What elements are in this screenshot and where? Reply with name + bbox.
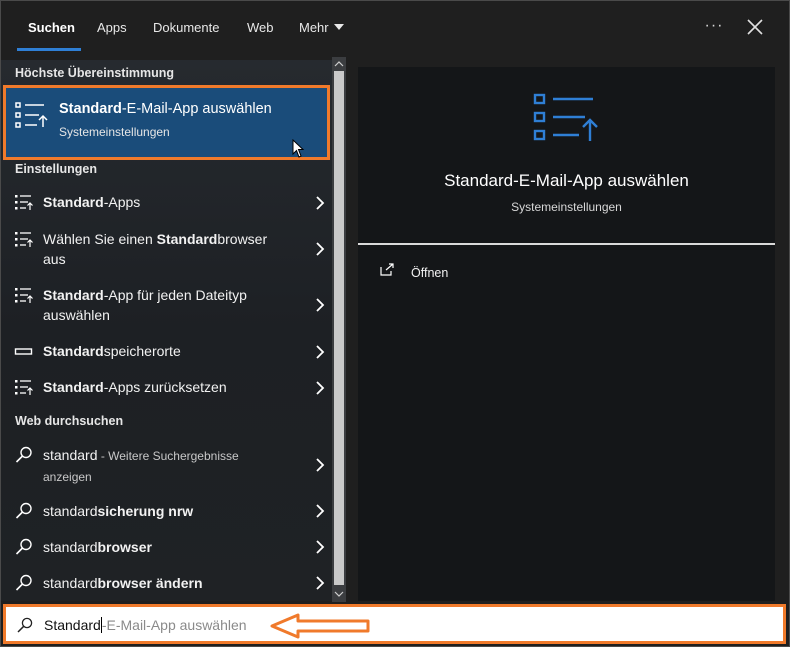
mouse-pointer-icon bbox=[292, 139, 305, 158]
chevron-right-icon bbox=[316, 196, 325, 210]
web-search-header: Web durchsuchen bbox=[15, 414, 124, 428]
search-typed-text: Standard bbox=[44, 617, 101, 633]
settings-item-label: Wählen Sie einen Standardbrowser aus bbox=[43, 231, 268, 267]
best-match-title: Standard-E-Mail-App auswählen bbox=[59, 101, 272, 117]
tab-dokumente[interactable]: Dokumente bbox=[153, 20, 219, 35]
default-apps-icon bbox=[15, 288, 33, 303]
chevron-right-icon bbox=[316, 576, 325, 590]
chevron-right-icon bbox=[316, 345, 325, 359]
search-autocomplete: -E-Mail-App auswählen bbox=[101, 617, 247, 633]
scroll-down-icon[interactable] bbox=[332, 588, 346, 600]
preview-title: Standard-E-Mail-App auswählen bbox=[444, 171, 689, 190]
web-item-standard[interactable]: standard - Weitere Suchergebnisse anzeige… bbox=[0, 443, 332, 487]
more-options-icon[interactable]: ··· bbox=[702, 14, 726, 38]
settings-item-default-browser[interactable]: Wählen Sie einen Standardbrowser aus bbox=[0, 227, 332, 271]
settings-item-standard-apps[interactable]: Standard-Apps bbox=[0, 190, 332, 216]
tab-mehr[interactable]: Mehr bbox=[299, 20, 344, 35]
chevron-right-icon bbox=[316, 458, 325, 472]
chevron-right-icon bbox=[316, 298, 325, 312]
scroll-up-icon[interactable] bbox=[332, 58, 346, 70]
search-icon bbox=[15, 446, 32, 463]
preview-pane: Standard-E-Mail-App auswählen Systemeins… bbox=[358, 67, 775, 601]
search-icon bbox=[15, 538, 32, 555]
tab-apps[interactable]: Apps bbox=[97, 20, 127, 35]
tab-web[interactable]: Web bbox=[247, 20, 274, 35]
storage-icon bbox=[14, 348, 33, 355]
open-label: Öffnen bbox=[411, 266, 449, 280]
results-scrollbar[interactable] bbox=[332, 57, 346, 602]
chevron-down-icon bbox=[333, 24, 344, 30]
settings-item-storage-locations[interactable]: Standardspeicherorte bbox=[0, 339, 332, 365]
tab-mehr-label: Mehr bbox=[299, 20, 329, 35]
chevron-right-icon bbox=[316, 504, 325, 518]
results-list: Höchste Übereinstimmung Standard-E-Mail-… bbox=[0, 60, 332, 601]
chevron-right-icon bbox=[316, 242, 325, 256]
web-item-standardsicherung[interactable]: standardsicherung nrw bbox=[0, 499, 332, 525]
open-external-icon bbox=[380, 263, 394, 276]
web-item-label: standardsicherung nrw bbox=[43, 503, 194, 519]
search-tab-bar: Suchen Apps Dokumente Web Mehr ··· bbox=[0, 0, 790, 60]
chevron-right-icon bbox=[316, 381, 325, 395]
preview-subtitle: Systemeinstellungen bbox=[511, 200, 622, 214]
search-query: Standard-E-Mail-App auswählen bbox=[44, 617, 247, 633]
divider bbox=[358, 243, 775, 245]
close-icon[interactable] bbox=[744, 16, 766, 38]
settings-item-label: Standard-Apps bbox=[43, 194, 141, 210]
search-input[interactable]: Standard-E-Mail-App auswählen bbox=[3, 604, 786, 644]
default-apps-icon bbox=[15, 195, 33, 210]
web-item-label: standardbrowser bbox=[43, 539, 152, 555]
settings-item-label: Standard-Apps zurücksetzen bbox=[43, 379, 227, 395]
scrollbar-thumb[interactable] bbox=[334, 71, 344, 585]
settings-item-label: Standard-App für jeden Dateityp auswählen bbox=[43, 287, 247, 323]
web-item-label: standard - Weitere Suchergebnisse anzeige… bbox=[43, 447, 239, 484]
default-apps-icon bbox=[15, 380, 33, 395]
web-item-standardbrowser[interactable]: standardbrowser bbox=[0, 535, 332, 561]
best-match-item[interactable]: Standard-E-Mail-App auswählen Systemeins… bbox=[5, 87, 327, 157]
search-icon bbox=[15, 502, 32, 519]
search-icon bbox=[15, 574, 32, 591]
default-apps-icon bbox=[15, 102, 48, 128]
settings-header: Einstellungen bbox=[15, 162, 97, 176]
best-match-subtitle: Systemeinstellungen bbox=[59, 125, 170, 139]
search-icon bbox=[17, 617, 33, 633]
default-apps-icon bbox=[533, 93, 598, 141]
tab-suchen[interactable]: Suchen bbox=[28, 20, 75, 35]
web-item-standardbrowser-aendern[interactable]: standardbrowser ändern bbox=[0, 571, 332, 597]
chevron-right-icon bbox=[316, 540, 325, 554]
best-match-header: Höchste Übereinstimmung bbox=[15, 66, 175, 80]
arrow-annotation bbox=[270, 613, 370, 639]
web-item-label: standardbrowser ändern bbox=[43, 575, 203, 591]
settings-item-label: Standardspeicherorte bbox=[43, 343, 181, 359]
settings-item-reset-apps[interactable]: Standard-Apps zurücksetzen bbox=[0, 375, 332, 401]
active-tab-indicator bbox=[17, 48, 81, 51]
settings-item-app-per-filetype[interactable]: Standard-App für jeden Dateityp auswählen bbox=[0, 283, 332, 327]
default-apps-icon bbox=[15, 232, 33, 247]
